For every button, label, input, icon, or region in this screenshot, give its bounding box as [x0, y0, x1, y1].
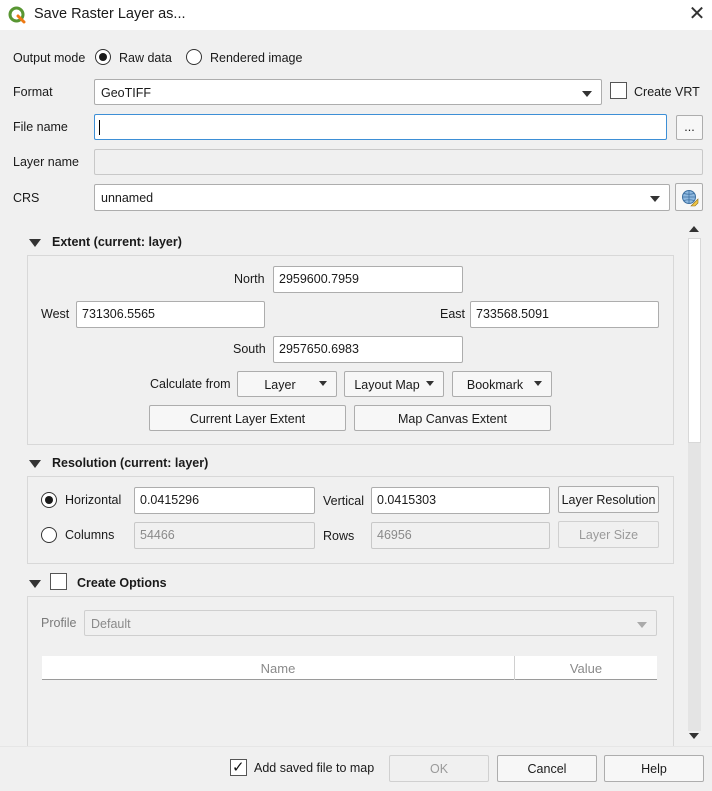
vertical-input[interactable]: 0.0415303: [371, 487, 550, 514]
format-combo[interactable]: GeoTIFF: [94, 79, 602, 105]
vertical-label: Vertical: [323, 494, 364, 508]
file-name-input[interactable]: [94, 114, 667, 140]
map-canvas-extent-button[interactable]: Map Canvas Extent: [354, 405, 551, 431]
format-value: GeoTIFF: [101, 86, 152, 100]
rows-label: Rows: [323, 529, 355, 543]
ok-button[interactable]: OK: [389, 755, 489, 782]
rendered-image-radio[interactable]: [186, 49, 202, 65]
south-input[interactable]: 2957650.6983: [273, 336, 463, 363]
extent-section-title[interactable]: Extent (current: layer): [52, 235, 182, 249]
create-options-title[interactable]: Create Options: [77, 576, 167, 590]
collapse-extent-icon[interactable]: [29, 239, 41, 247]
qgis-logo-icon: [8, 6, 26, 24]
calc-from-layer-button[interactable]: Layer: [237, 371, 337, 397]
calc-from-layout-map-button[interactable]: Layout Map: [344, 371, 444, 397]
scrollbar-track-lower[interactable]: [688, 443, 701, 731]
layer-name-label: Layer name: [13, 155, 80, 169]
raw-data-label[interactable]: Raw data: [119, 51, 172, 65]
profile-label: Profile: [41, 616, 77, 630]
horizontal-label[interactable]: Horizontal: [65, 493, 121, 507]
calc-from-bookmark-button[interactable]: Bookmark: [452, 371, 552, 397]
columns-input[interactable]: 54466: [134, 522, 315, 549]
current-layer-extent-button[interactable]: Current Layer Extent: [149, 405, 346, 431]
west-label: West: [41, 307, 70, 321]
columns-radio[interactable]: [41, 527, 57, 543]
text-caret: [99, 120, 100, 135]
scroll-down-icon[interactable]: [689, 733, 699, 739]
title-bar: Save Raster Layer as... ✕: [0, 0, 712, 30]
add-saved-file-checkbox[interactable]: [230, 758, 247, 776]
north-label: North: [234, 272, 265, 286]
profile-combo[interactable]: Default: [84, 610, 657, 636]
crs-value: unnamed: [101, 191, 154, 205]
add-saved-file-label[interactable]: Add saved file to map: [254, 761, 374, 775]
chevron-down-icon: [319, 381, 327, 386]
crs-selector-button[interactable]: [675, 183, 703, 211]
create-vrt-checkbox[interactable]: [610, 82, 627, 99]
name-column-header[interactable]: Name: [42, 661, 514, 676]
north-input[interactable]: 2959600.7959: [273, 266, 463, 293]
close-icon[interactable]: ✕: [684, 2, 710, 28]
resolution-section-title[interactable]: Resolution (current: layer): [52, 456, 208, 470]
chevron-down-icon: [637, 622, 647, 628]
collapse-create-options-icon[interactable]: [29, 580, 41, 588]
create-vrt-label[interactable]: Create VRT: [634, 85, 700, 99]
help-button[interactable]: Help: [604, 755, 704, 782]
format-label: Format: [13, 85, 53, 99]
calculate-from-label: Calculate from: [150, 377, 231, 391]
chevron-down-icon: [650, 196, 660, 202]
file-name-label: File name: [13, 120, 68, 134]
east-label: East: [440, 307, 466, 321]
chevron-down-icon: [534, 381, 542, 386]
columns-label[interactable]: Columns: [65, 528, 114, 542]
chevron-down-icon: [426, 381, 434, 386]
south-label: South: [233, 342, 266, 356]
globe-icon: [682, 190, 699, 207]
rendered-image-label[interactable]: Rendered image: [210, 51, 302, 65]
east-input[interactable]: 733568.5091: [470, 301, 659, 328]
scroll-up-icon[interactable]: [689, 226, 699, 232]
cancel-button[interactable]: Cancel: [497, 755, 597, 782]
raw-data-radio[interactable]: [95, 49, 111, 65]
horizontal-input[interactable]: 0.0415296: [134, 487, 315, 514]
crs-combo[interactable]: unnamed: [94, 184, 670, 211]
output-mode-label: Output mode: [13, 51, 86, 65]
layer-name-input[interactable]: [94, 149, 703, 175]
scrollbar-thumb[interactable]: [688, 238, 701, 443]
layer-size-button[interactable]: Layer Size: [558, 521, 659, 548]
crs-label: CRS: [13, 191, 40, 205]
rows-input[interactable]: 46956: [371, 522, 550, 549]
browse-button[interactable]: ...: [676, 115, 703, 140]
options-table-header: Name Value: [42, 656, 657, 680]
value-column-header[interactable]: Value: [515, 661, 657, 676]
horizontal-radio[interactable]: [41, 492, 57, 508]
window-title: Save Raster Layer as...: [34, 6, 186, 22]
west-input[interactable]: 731306.5565: [76, 301, 265, 328]
collapse-resolution-icon[interactable]: [29, 460, 41, 468]
create-options-checkbox[interactable]: [50, 573, 67, 590]
chevron-down-icon: [582, 91, 592, 97]
layer-resolution-button[interactable]: Layer Resolution: [558, 486, 659, 513]
